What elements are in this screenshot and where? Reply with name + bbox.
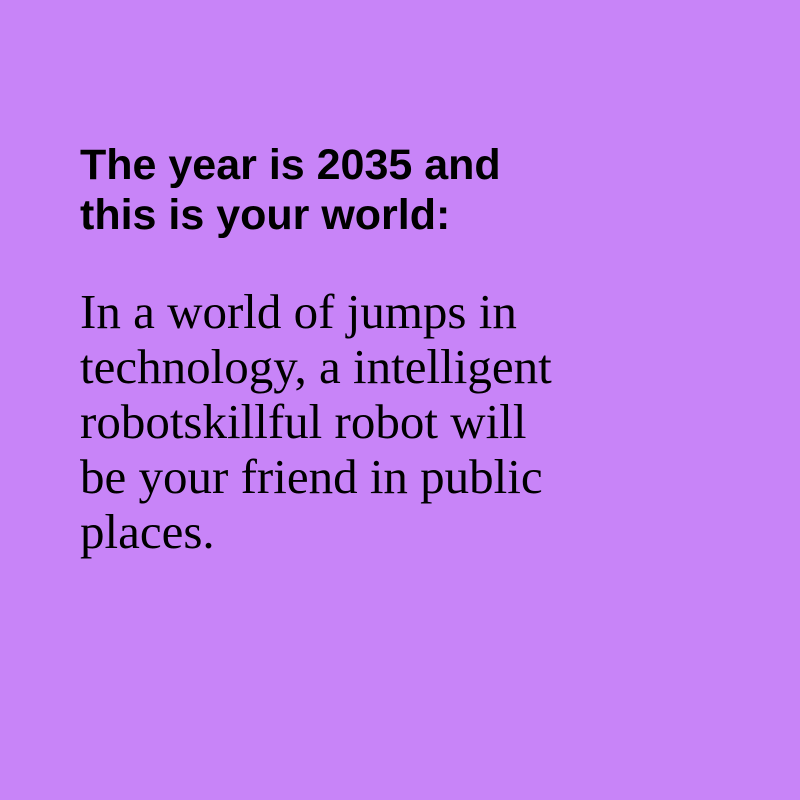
post-card: The year is 2035 and this is your world:… xyxy=(0,0,800,800)
body-line: In a world of jumps in xyxy=(80,284,517,339)
heading-line: The year is 2035 and xyxy=(80,141,501,189)
heading-line: this is your world: xyxy=(80,191,451,239)
heading: The year is 2035 and this is your world: xyxy=(80,140,740,240)
body-line: places. xyxy=(80,504,215,559)
body-line: robotskillful robot will xyxy=(80,394,527,449)
body-text: In a world of jumps in technology, a int… xyxy=(80,284,740,559)
body-line: technology, a intelligent xyxy=(80,339,552,394)
body-line: be your friend in public xyxy=(80,449,543,504)
